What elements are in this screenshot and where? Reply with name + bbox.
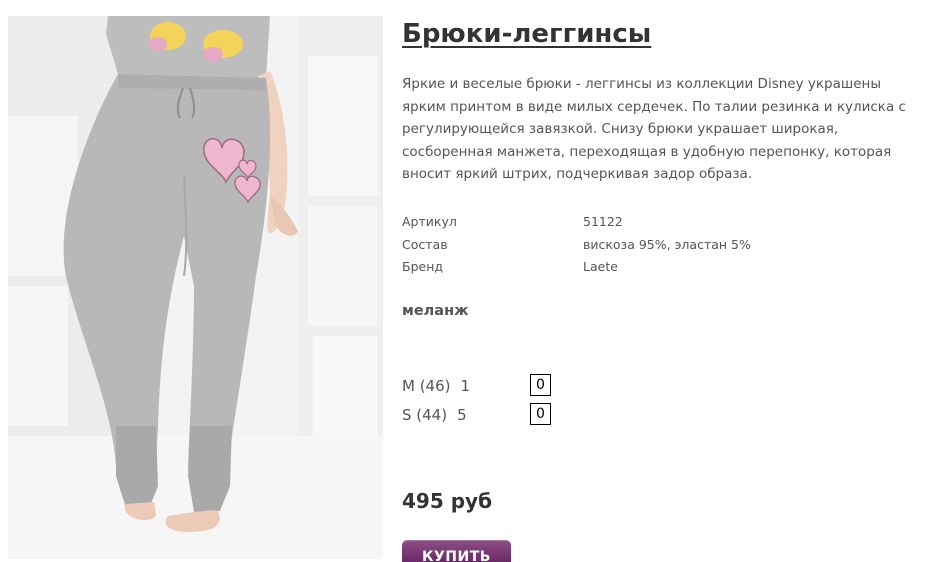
product-color: меланж	[402, 303, 469, 319]
size-label: S (44)	[402, 406, 448, 424]
size-row-s: S (44) 5 0	[402, 402, 551, 431]
spec-row-brand: Бренд Laete	[402, 256, 751, 279]
product-description: Яркие и веселые брюки - леггинсы из колл…	[402, 76, 906, 182]
product-specs: Артикул 51122 Состав вискоза 95%, эластан …	[402, 211, 751, 279]
spec-row-article: Артикул 51122	[402, 211, 751, 234]
product-photo	[8, 16, 383, 559]
product-price: 495 руб	[402, 489, 493, 513]
spec-value: Laete	[583, 259, 618, 274]
quantity-input[interactable]: 0	[530, 374, 551, 396]
spec-label: Артикул	[402, 214, 457, 229]
size-row-m: M (46) 1 0	[402, 373, 551, 402]
spec-value: 51122	[583, 214, 623, 229]
quantity-input[interactable]: 0	[530, 403, 551, 425]
spec-label: Состав	[402, 236, 448, 252]
spec-label: Бренд	[402, 259, 444, 274]
buy-button[interactable]: КУПИТЬ	[402, 540, 511, 562]
spec-row-composition: Состав вискоза 95%, эластан 5%	[402, 234, 751, 257]
size-label: M (46)	[402, 377, 451, 395]
size-stock: 1	[460, 377, 471, 395]
spec-value: вискоза 95%, эластан 5%	[583, 236, 751, 252]
product-title: Брюки-леггинсы	[402, 19, 652, 49]
size-list: M (46) 1 0 S (44) 5 0	[402, 373, 551, 431]
size-stock: 5	[457, 406, 467, 424]
